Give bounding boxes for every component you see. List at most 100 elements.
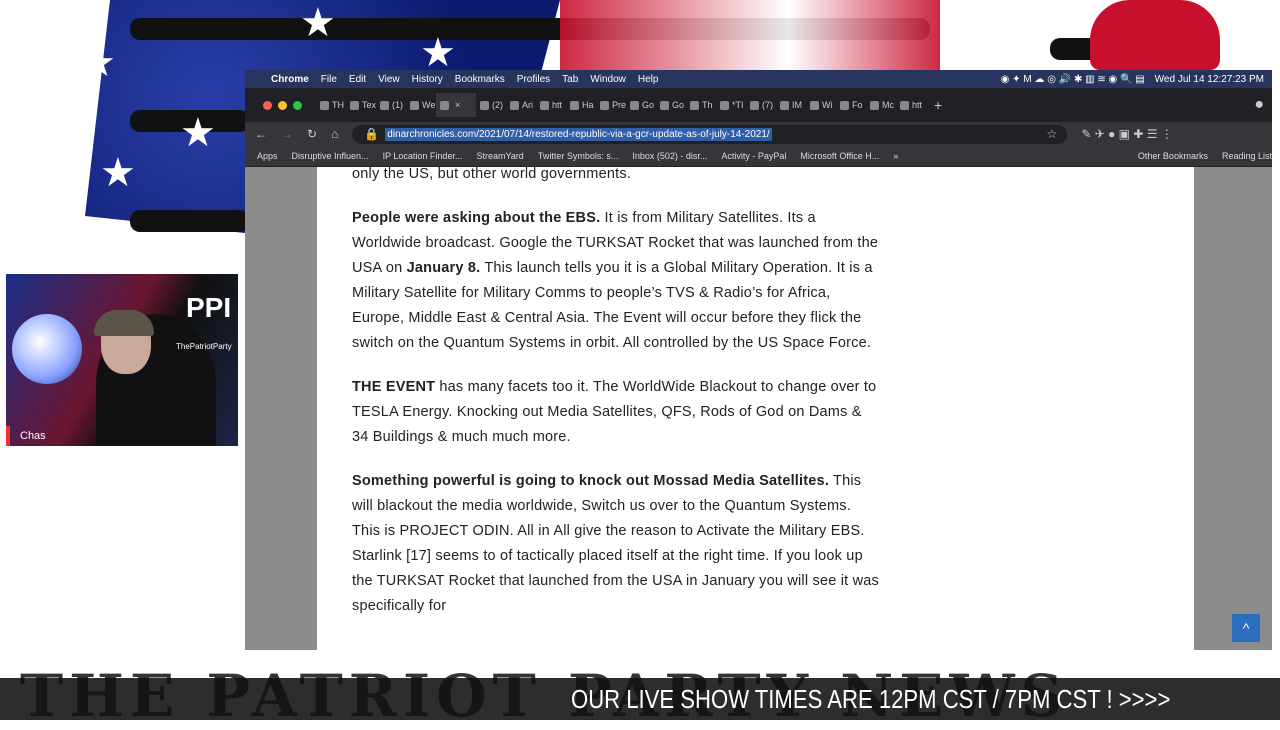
tab-label: We: [422, 100, 436, 110]
close-tab-icon[interactable]: ×: [455, 100, 460, 110]
tab-favicon-icon: [540, 100, 549, 110]
tab-favicon-icon: [870, 100, 879, 110]
tab-favicon-icon: [900, 100, 909, 110]
cam-logo: PPI: [186, 292, 232, 323]
tab-label: htt: [552, 100, 563, 110]
browser-tab[interactable]: We: [406, 93, 436, 117]
url-text[interactable]: dinarchronicles.com/2021/07/14/restored-…: [385, 127, 772, 141]
text-segment: People were asking about the EBS.: [352, 210, 601, 226]
browser-tab[interactable]: IM: [776, 93, 806, 117]
menu-item[interactable]: File: [321, 74, 337, 85]
bookmark-item[interactable]: Disruptive Influen...: [292, 151, 369, 161]
browser-tab[interactable]: Fo: [836, 93, 866, 117]
bookmark-item[interactable]: Microsoft Office H...: [800, 151, 879, 161]
tab-label: (1): [392, 100, 403, 110]
status-icons[interactable]: ◉ ✦ M ☁ ◎ 🔊 ✱ ▥ ≋ ◉ 🔍 ▤: [1001, 74, 1145, 85]
ticker-text: OUR LIVE SHOW TIMES ARE 12PM CST / 7PM C…: [571, 684, 1171, 714]
browser-tab[interactable]: Go: [626, 93, 656, 117]
tab-strip: TH Tex (1) We × (2) Ari htt Ha Pre Go Go Th *TI (7) IM W…: [245, 88, 1272, 122]
star-icon[interactable]: ☆: [1047, 127, 1058, 141]
text-segment: This will blackout the media worldwide, …: [352, 473, 879, 614]
article-content: only the US, but other world governments…: [352, 162, 882, 638]
tab-favicon-icon: [480, 100, 489, 110]
browser-tab[interactable]: Ha: [566, 93, 596, 117]
tab-label: htt: [912, 100, 923, 110]
tab-favicon-icon: [570, 100, 579, 110]
browser-tab[interactable]: (7): [746, 93, 776, 117]
text-segment: Something powerful is going to knock out…: [352, 473, 830, 489]
menu-item[interactable]: Tab: [562, 74, 578, 85]
tab-favicon-icon: [350, 100, 359, 110]
tab-label: Wi: [822, 100, 833, 110]
tab-favicon-icon: [690, 100, 699, 110]
text-segment: THE EVENT: [352, 379, 436, 395]
browser-tab[interactable]: htt: [896, 93, 926, 117]
cam-site: ThePatriotParty: [176, 342, 232, 351]
browser-tab[interactable]: Th: [686, 93, 716, 117]
browser-tab[interactable]: (2): [476, 93, 506, 117]
tab-label: TH: [332, 100, 344, 110]
menu-item[interactable]: View: [378, 74, 400, 85]
lead-line: only the US, but other world governments…: [352, 166, 632, 182]
forward-icon[interactable]: →: [281, 127, 293, 141]
text-segment: January 8.: [406, 260, 481, 276]
browser-tab[interactable]: (1): [376, 93, 406, 117]
browser-tab[interactable]: Wi: [806, 93, 836, 117]
bookmark-item[interactable]: IP Location Finder...: [383, 151, 463, 161]
extension-icons[interactable]: ✎ ✈ ● ▣ ✚ ☰ ⋮: [1081, 127, 1173, 141]
browser-tab[interactable]: *TI: [716, 93, 746, 117]
tab-favicon-icon: [380, 100, 389, 110]
browser-tab[interactable]: TH: [316, 93, 346, 117]
tab-label: Ha: [582, 100, 594, 110]
bookmark-item[interactable]: Other Bookmarks: [1138, 151, 1208, 161]
tab-label: Tex: [361, 100, 376, 110]
webcam-feed: PPI ThePatriotParty Chas: [6, 274, 238, 446]
browser-tab[interactable]: Ari: [506, 93, 536, 117]
menu-item[interactable]: Edit: [349, 74, 366, 85]
profile-icon[interactable]: ●: [1254, 96, 1264, 114]
back-icon[interactable]: ←: [255, 127, 267, 141]
tab-favicon-icon: [720, 100, 729, 110]
browser-tab[interactable]: Mc: [866, 93, 896, 117]
browser-tab[interactable]: ×: [436, 93, 476, 117]
tab-label: (7): [762, 100, 773, 110]
bookmark-item[interactable]: Activity - PayPal: [721, 151, 786, 161]
reload-icon[interactable]: ↻: [307, 127, 317, 141]
menu-app[interactable]: Chrome: [271, 74, 309, 85]
bookmark-item[interactable]: »: [893, 151, 898, 161]
lock-icon: 🔒: [364, 127, 380, 141]
article-paragraph: People were asking about the EBS. It is …: [352, 206, 882, 356]
tab-favicon-icon: [630, 100, 639, 110]
bookmark-item[interactable]: Reading List: [1222, 151, 1272, 161]
tab-favicon-icon: [780, 100, 789, 110]
tab-favicon-icon: [320, 100, 329, 110]
tab-favicon-icon: [810, 100, 819, 110]
address-bar[interactable]: 🔒 dinarchronicles.com/2021/07/14/restored…: [352, 124, 1068, 144]
menu-item[interactable]: Profiles: [517, 74, 550, 85]
menu-item[interactable]: Bookmarks: [455, 74, 505, 85]
tab-label: IM: [792, 100, 802, 110]
bookmark-item[interactable]: Twitter Symbols: s...: [538, 151, 619, 161]
browser-tab[interactable]: Pre: [596, 93, 626, 117]
article-page: only the US, but other world governments…: [317, 166, 1194, 650]
tab-favicon-icon: [510, 100, 519, 110]
bookmark-item[interactable]: StreamYard: [476, 151, 523, 161]
clock: Wed Jul 14 12:27:23 PM: [1154, 73, 1264, 85]
browser-tab[interactable]: Tex: [346, 93, 376, 117]
bookmark-item[interactable]: Apps: [257, 151, 278, 161]
scroll-to-top-button[interactable]: ^: [1232, 614, 1260, 642]
browser-tab[interactable]: htt: [536, 93, 566, 117]
article-paragraph: Something powerful is going to knock out…: [352, 469, 882, 619]
menu-item[interactable]: Window: [590, 74, 626, 85]
cam-name-label: Chas: [6, 426, 46, 446]
tab-favicon-icon: [750, 100, 759, 110]
new-tab-button[interactable]: +: [934, 97, 942, 113]
browser-tab[interactable]: Go: [656, 93, 686, 117]
tab-favicon-icon: [600, 100, 609, 110]
tab-label: Go: [672, 100, 685, 110]
menu-item[interactable]: History: [412, 74, 443, 85]
bookmark-item[interactable]: Inbox (502) - disr...: [632, 151, 707, 161]
tab-label: Ari: [522, 100, 533, 110]
home-icon[interactable]: ⌂: [331, 127, 338, 141]
menu-item[interactable]: Help: [638, 74, 659, 85]
